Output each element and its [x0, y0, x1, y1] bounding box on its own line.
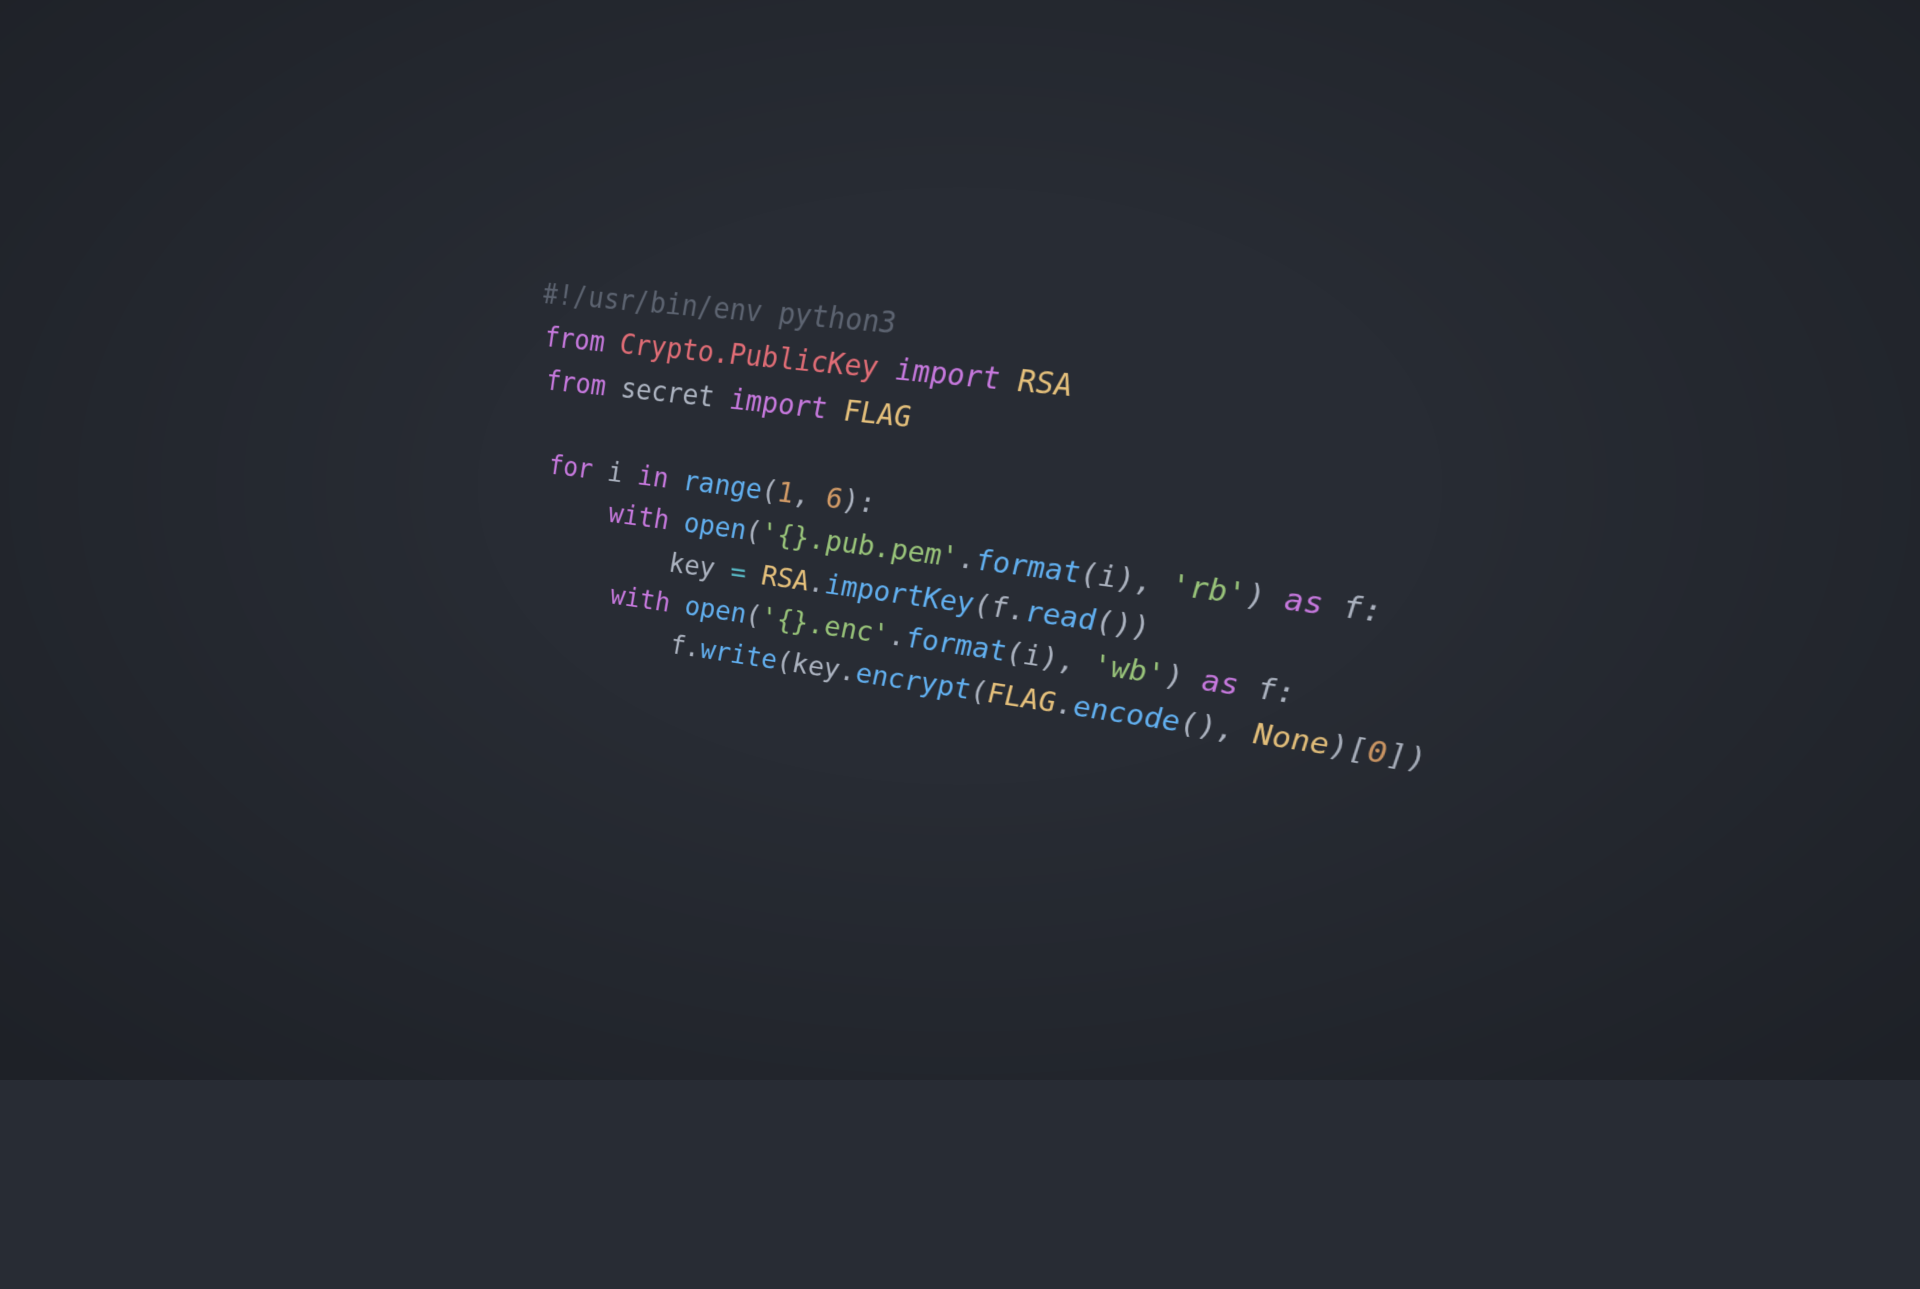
punct-lparen: (: [1080, 557, 1100, 593]
punct-lparen: (: [746, 599, 762, 632]
fn-format: format: [905, 622, 1007, 669]
punct-comma: ,: [1057, 644, 1094, 682]
punct-dot: .: [889, 620, 906, 654]
var-key: key: [669, 547, 715, 584]
kw-import: import: [895, 352, 1001, 397]
fn-encrypt: encrypt: [856, 657, 972, 706]
fn-open: open: [685, 591, 746, 631]
class-rsa: RSA: [762, 559, 810, 597]
fn-encode: encode: [1072, 690, 1181, 739]
punct-dot: .: [1008, 592, 1027, 627]
str-rb: 'rb': [1170, 568, 1247, 612]
op-eq: =: [715, 553, 762, 591]
const-none: None: [1252, 717, 1331, 762]
var-i: i: [1097, 559, 1117, 595]
punct-comma: ,: [794, 477, 827, 514]
punct-rparen: ): [1131, 609, 1151, 645]
var-i: i: [1023, 639, 1042, 674]
const-flag: FLAG: [844, 394, 912, 435]
kw-with: with: [608, 498, 669, 537]
kw-with: with: [610, 580, 670, 619]
punct-lparen: (: [970, 674, 988, 709]
punct-dot: .: [840, 655, 857, 689]
punct-lparen: (: [777, 645, 793, 678]
var-key: key: [792, 647, 840, 685]
punct-dot: .: [685, 631, 700, 664]
punct-comma: ,: [1215, 711, 1255, 750]
kw-from: from: [545, 364, 606, 402]
kw-as: as: [1200, 664, 1240, 703]
fn-format: format: [975, 544, 1082, 591]
punct-lparen: (: [1006, 636, 1025, 671]
kw-import: import: [730, 382, 828, 426]
punct-lparen: (: [746, 515, 762, 549]
var-f: f: [670, 629, 685, 662]
var-f: f: [990, 590, 1009, 625]
fn-range: range: [683, 465, 761, 507]
kw-from: from: [544, 321, 605, 359]
class-rsa: RSA: [1017, 363, 1073, 404]
kw-in: in: [638, 459, 669, 495]
punct-rparen: ): [1245, 578, 1267, 615]
num-6: 6: [826, 481, 843, 516]
punct-dot: .: [958, 541, 976, 576]
var-i: i: [607, 456, 623, 489]
punct-lparen: (: [762, 474, 778, 508]
str-wb: 'wb': [1092, 649, 1166, 693]
punct-colon: :: [859, 485, 876, 520]
punct-rparen: ): [842, 483, 859, 518]
punct-colon: :: [1275, 675, 1297, 712]
punct-rparen: ): [1040, 641, 1059, 676]
punct-colon: :: [1361, 592, 1385, 630]
num-1: 1: [778, 476, 794, 511]
punct-rparen: ): [1164, 659, 1185, 695]
kw-for: for: [548, 449, 593, 486]
fn-open: open: [684, 507, 746, 547]
kw-as: as: [1283, 582, 1325, 622]
fn-read: read: [1025, 595, 1097, 638]
module-secret: secret: [621, 372, 715, 414]
fn-write: write: [700, 634, 777, 676]
punct-rparen: ): [1405, 740, 1429, 777]
punct-dot: .: [1055, 687, 1074, 722]
str-enc: '{}.enc': [762, 601, 890, 651]
code-block: #!/usr/bin/env python3 from Crypto.Publi…: [541, 228, 1480, 828]
punct-comma: ,: [1134, 564, 1173, 603]
punct-dot: .: [809, 566, 825, 600]
punct-lparen: (: [1095, 604, 1115, 640]
const-flag: FLAG: [987, 677, 1057, 720]
punct-lparen: (: [973, 588, 991, 623]
